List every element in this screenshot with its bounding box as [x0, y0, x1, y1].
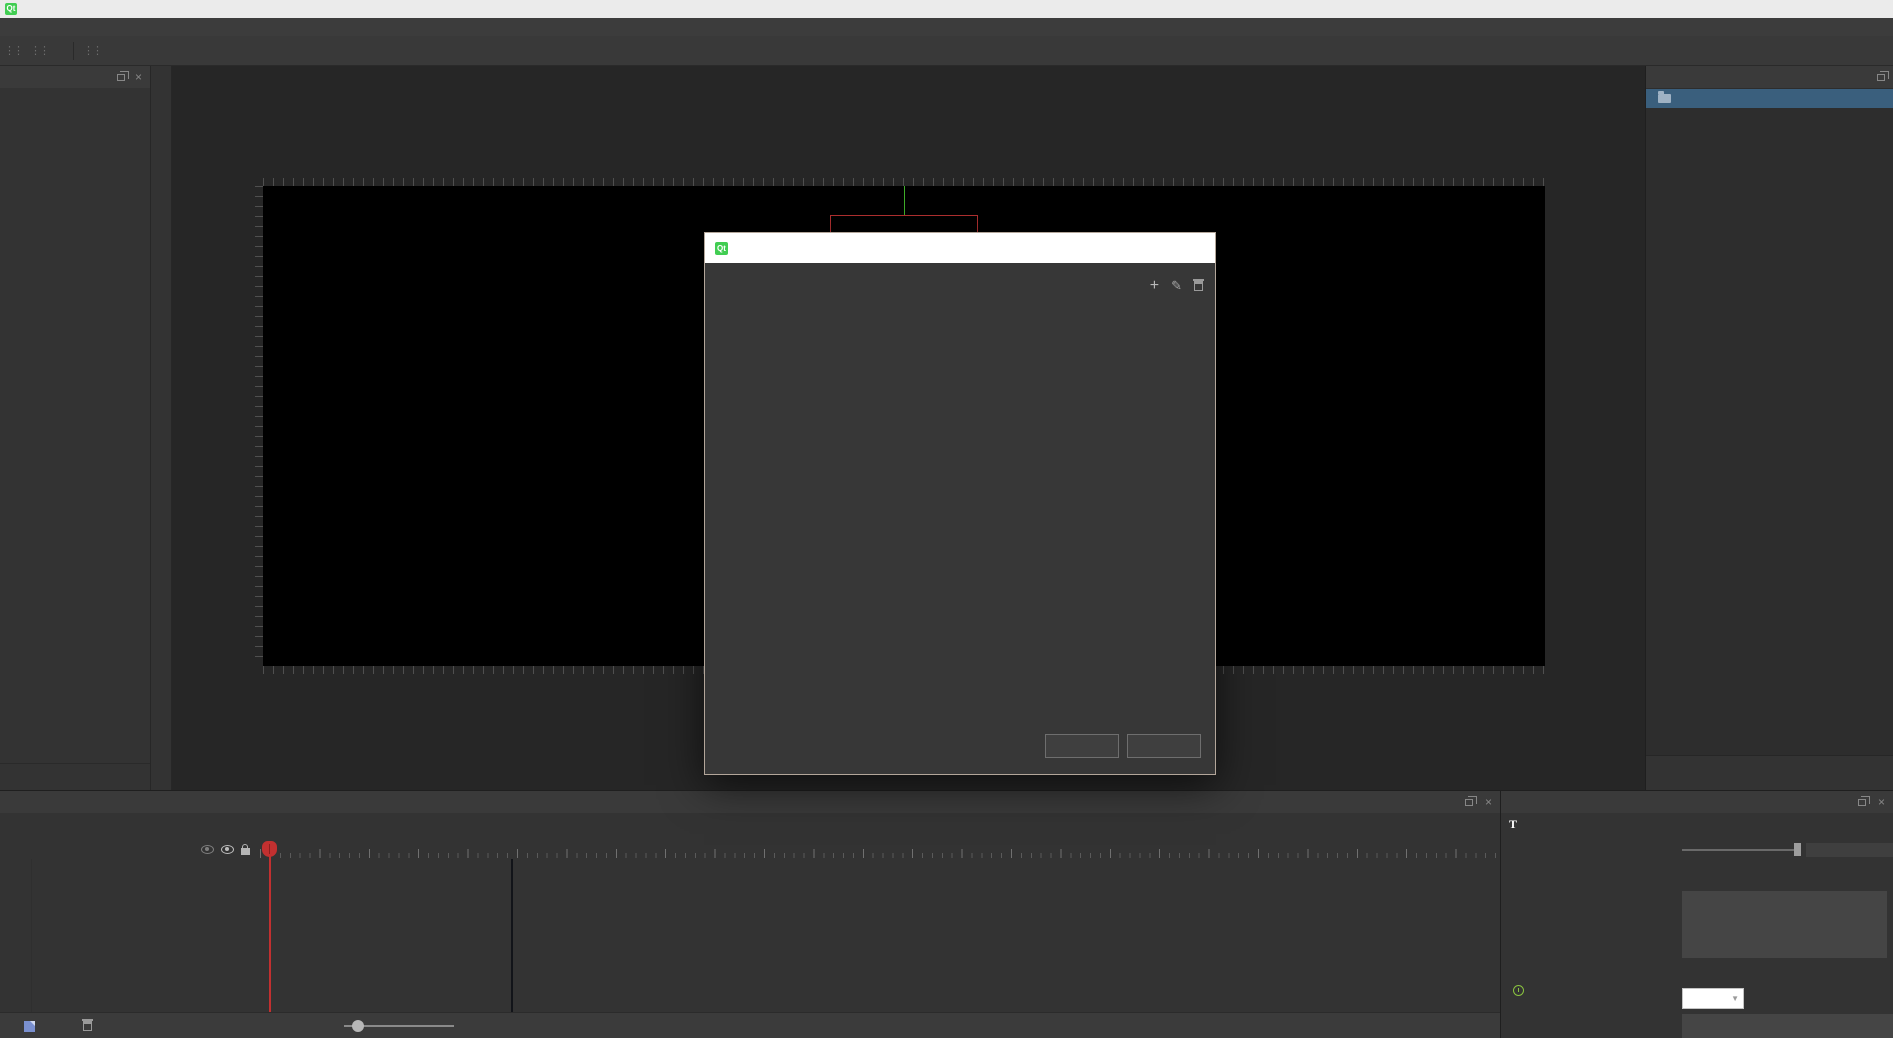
qt-app-icon: Qt [5, 3, 17, 15]
close-button[interactable] [1854, 0, 1893, 18]
float-panel-icon[interactable] [1858, 799, 1866, 806]
folder-icon [1658, 94, 1671, 103]
inspector-panel: × T ▼ [1500, 790, 1893, 1038]
main-toolbar: ⋮⋮ ⋮⋮ ⋮⋮ [0, 36, 1893, 66]
dialog-titlebar[interactable]: Qt [705, 233, 1215, 263]
delete-object-icon[interactable] [83, 1021, 92, 1031]
project-panel-header [1646, 66, 1893, 88]
viewport-ruler-left [255, 186, 263, 666]
color-swatch[interactable]: ▼ [1682, 988, 1744, 1009]
float-panel-icon[interactable] [1465, 799, 1473, 806]
timebar-color-icon[interactable] [24, 1021, 35, 1032]
minimize-button[interactable] [1776, 0, 1815, 18]
playhead-pin[interactable] [262, 841, 277, 857]
add-datainput-button[interactable]: + [1150, 277, 1159, 295]
timeline-transport-bar [0, 1012, 1500, 1038]
maximize-button[interactable] [1815, 0, 1854, 18]
edit-datainput-button[interactable]: ✎ [1171, 278, 1182, 294]
slide-list [0, 88, 150, 738]
toolbar-drag-handle2[interactable]: ⋮⋮ [30, 44, 48, 57]
timeline-panel: × [0, 790, 1500, 1038]
qt3dstudio-window: { "colors":{"accent_orange":"#ff6d0d","i… [0, 0, 1893, 1038]
text-string-value-area[interactable] [1682, 891, 1887, 958]
qt-dialog-icon: Qt [715, 242, 728, 255]
timeline-toggle-header [197, 841, 253, 857]
property-value-field[interactable] [1806, 843, 1893, 857]
inspected-object-row[interactable]: T [1509, 819, 1525, 829]
slide-controller-row[interactable] [0, 763, 150, 790]
zoom-slider[interactable] [344, 1025, 454, 1027]
shy-toggle-icon[interactable] [201, 845, 214, 854]
project-panel [1645, 66, 1893, 790]
ruler-major-ticks [255, 849, 1500, 858]
property-slider-handle[interactable] [1794, 843, 1801, 856]
text-object-icon: T [1509, 819, 1517, 829]
dialog-buttons [1045, 734, 1201, 758]
toolbar-drag-handle3[interactable]: ⋮⋮ [83, 44, 101, 57]
float-panel-icon[interactable] [117, 74, 125, 81]
slide-panel: × [0, 66, 150, 790]
timeline-ruler[interactable] [255, 837, 1500, 858]
lock-toggle-icon[interactable] [241, 848, 250, 855]
animate-toggle-clock-icon[interactable] [1513, 985, 1524, 996]
inspector-panel-header: × [1501, 791, 1893, 813]
property-slider[interactable] [1682, 849, 1801, 851]
zoom-slider-handle[interactable] [352, 1020, 364, 1032]
delete-datainput-button[interactable] [1194, 281, 1203, 291]
slide-panel-header: × [0, 66, 150, 88]
project-root-row[interactable] [1646, 89, 1893, 108]
dialog-toolbar: + ✎ [1150, 277, 1203, 295]
visibility-toggle-icon[interactable] [221, 845, 234, 854]
toolbar-drag-handle[interactable]: ⋮⋮ [4, 44, 22, 57]
timeline-panel-header: × [0, 791, 1500, 813]
bars-end-line [511, 859, 513, 1012]
font-value-field[interactable] [1682, 1014, 1893, 1038]
ok-button[interactable] [1045, 734, 1119, 758]
chevron-down-icon[interactable]: ▼ [1731, 994, 1739, 1003]
data-inputs-dialog: Qt + ✎ [704, 232, 1216, 775]
cancel-button[interactable] [1127, 734, 1201, 758]
close-panel-icon[interactable]: × [1878, 795, 1885, 809]
close-panel-icon[interactable]: × [135, 70, 142, 84]
project-toolbar [1646, 755, 1893, 790]
tree-gutter-line [31, 859, 32, 1012]
close-panel-icon[interactable]: × [1485, 795, 1492, 809]
gizmo-axis-line [904, 186, 905, 216]
menu-bar [0, 18, 1893, 36]
palette-tab-strip [150, 66, 172, 790]
window-titlebar[interactable]: Qt [0, 0, 1893, 18]
viewport-ruler-top [263, 178, 1545, 186]
float-panel-icon[interactable] [1877, 74, 1885, 81]
playhead-line[interactable] [269, 841, 271, 1012]
